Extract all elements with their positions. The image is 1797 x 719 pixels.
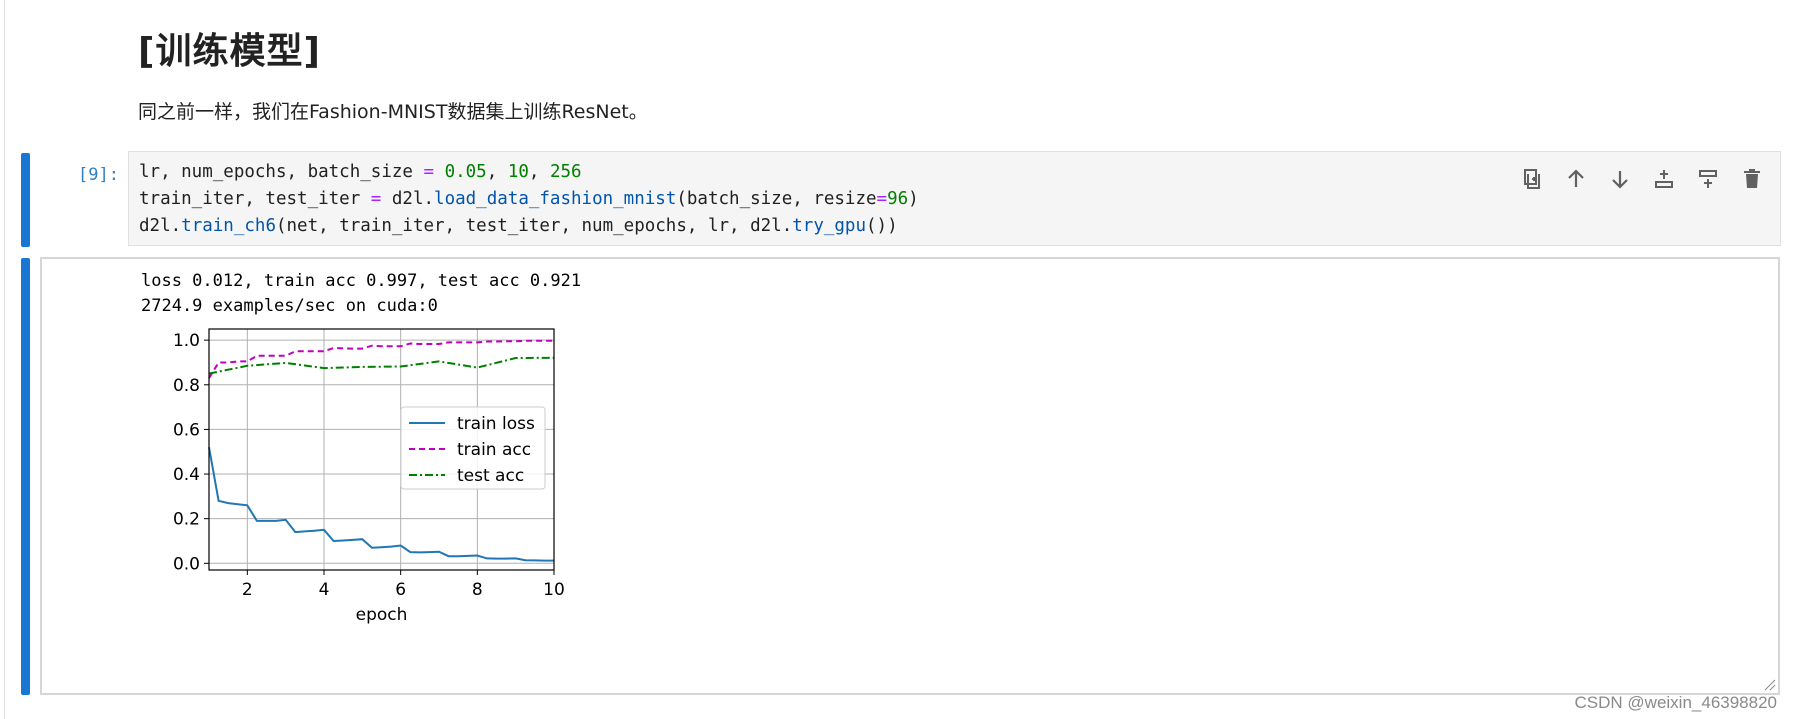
output-cell-active-bar[interactable]	[21, 258, 30, 695]
y-tick-label: 0.4	[173, 465, 200, 485]
y-tick-label: 0.6	[173, 420, 200, 440]
move-down-icon	[1612, 171, 1628, 189]
x-tick-label: 6	[395, 580, 406, 600]
output-line-throughput: 2724.9 examples/sec on cuda:0	[141, 296, 438, 316]
output-area[interactable]: loss 0.012, train acc 0.997, test acc 0.…	[40, 257, 1780, 695]
series-line-test-acc	[208, 356, 555, 375]
notebook-left-border	[4, 0, 5, 719]
y-tick-label: 0.0	[173, 554, 200, 574]
markdown-paragraph: 同之前一样，我们在Fashion-MNIST数据集上训练ResNet。	[138, 101, 648, 123]
legend-label: train acc	[457, 440, 531, 460]
cell-toolbar	[1518, 165, 1766, 193]
code-line-2: train_iter, test_iter = d2l.load_data_fa…	[139, 189, 919, 209]
move-up-button[interactable]	[1562, 165, 1590, 193]
insert-above-icon	[1655, 170, 1673, 188]
cell-execution-count: [9]:	[78, 165, 119, 185]
x-axis-label: epoch	[356, 605, 408, 625]
x-tick-label: 2	[242, 580, 253, 600]
duplicate-cell-icon	[1524, 169, 1540, 189]
code-cell-active-bar[interactable]	[21, 153, 30, 247]
legend-label: train loss	[457, 414, 535, 434]
series-line-train-acc	[208, 339, 554, 379]
insert-below-button[interactable]	[1694, 165, 1722, 193]
move-up-icon	[1568, 169, 1584, 187]
y-tick-label: 1.0	[173, 331, 200, 351]
x-tick-label: 10	[543, 580, 565, 600]
insert-above-button[interactable]	[1650, 165, 1678, 193]
delete-icon	[1744, 169, 1760, 188]
legend-label: test acc	[457, 466, 524, 486]
watermark: CSDN @weixin_46398820	[1574, 693, 1777, 712]
move-down-button[interactable]	[1606, 165, 1634, 193]
training-chart: 2 4 6 8 10 0.0 0.2 0.4 0.6 0.8 1.0 epoch train loss t…	[173, 328, 565, 625]
code-editor[interactable]: lr, num_epochs, batch_size = 0.05, 10, 2…	[128, 151, 1781, 246]
y-tick-label: 0.2	[173, 510, 200, 530]
insert-below-icon	[1699, 170, 1717, 188]
markdown-heading: [训练模型]	[138, 31, 321, 72]
x-tick-label: 4	[319, 580, 330, 600]
code-line-1: lr, num_epochs, batch_size = 0.05, 10, 2…	[139, 162, 582, 182]
code-line-3: d2l.train_ch6(net, train_iter, test_iter…	[139, 216, 898, 236]
resize-handle-icon[interactable]	[1762, 677, 1776, 691]
stdout-output: loss 0.012, train acc 0.997, test acc 0.…	[141, 269, 581, 319]
output-line-metrics: loss 0.012, train acc 0.997, test acc 0.…	[141, 271, 582, 291]
y-tick-label: 0.8	[173, 376, 200, 396]
delete-button[interactable]	[1738, 165, 1766, 193]
duplicate-cell-button[interactable]	[1518, 165, 1546, 193]
x-tick-label: 8	[472, 580, 483, 600]
